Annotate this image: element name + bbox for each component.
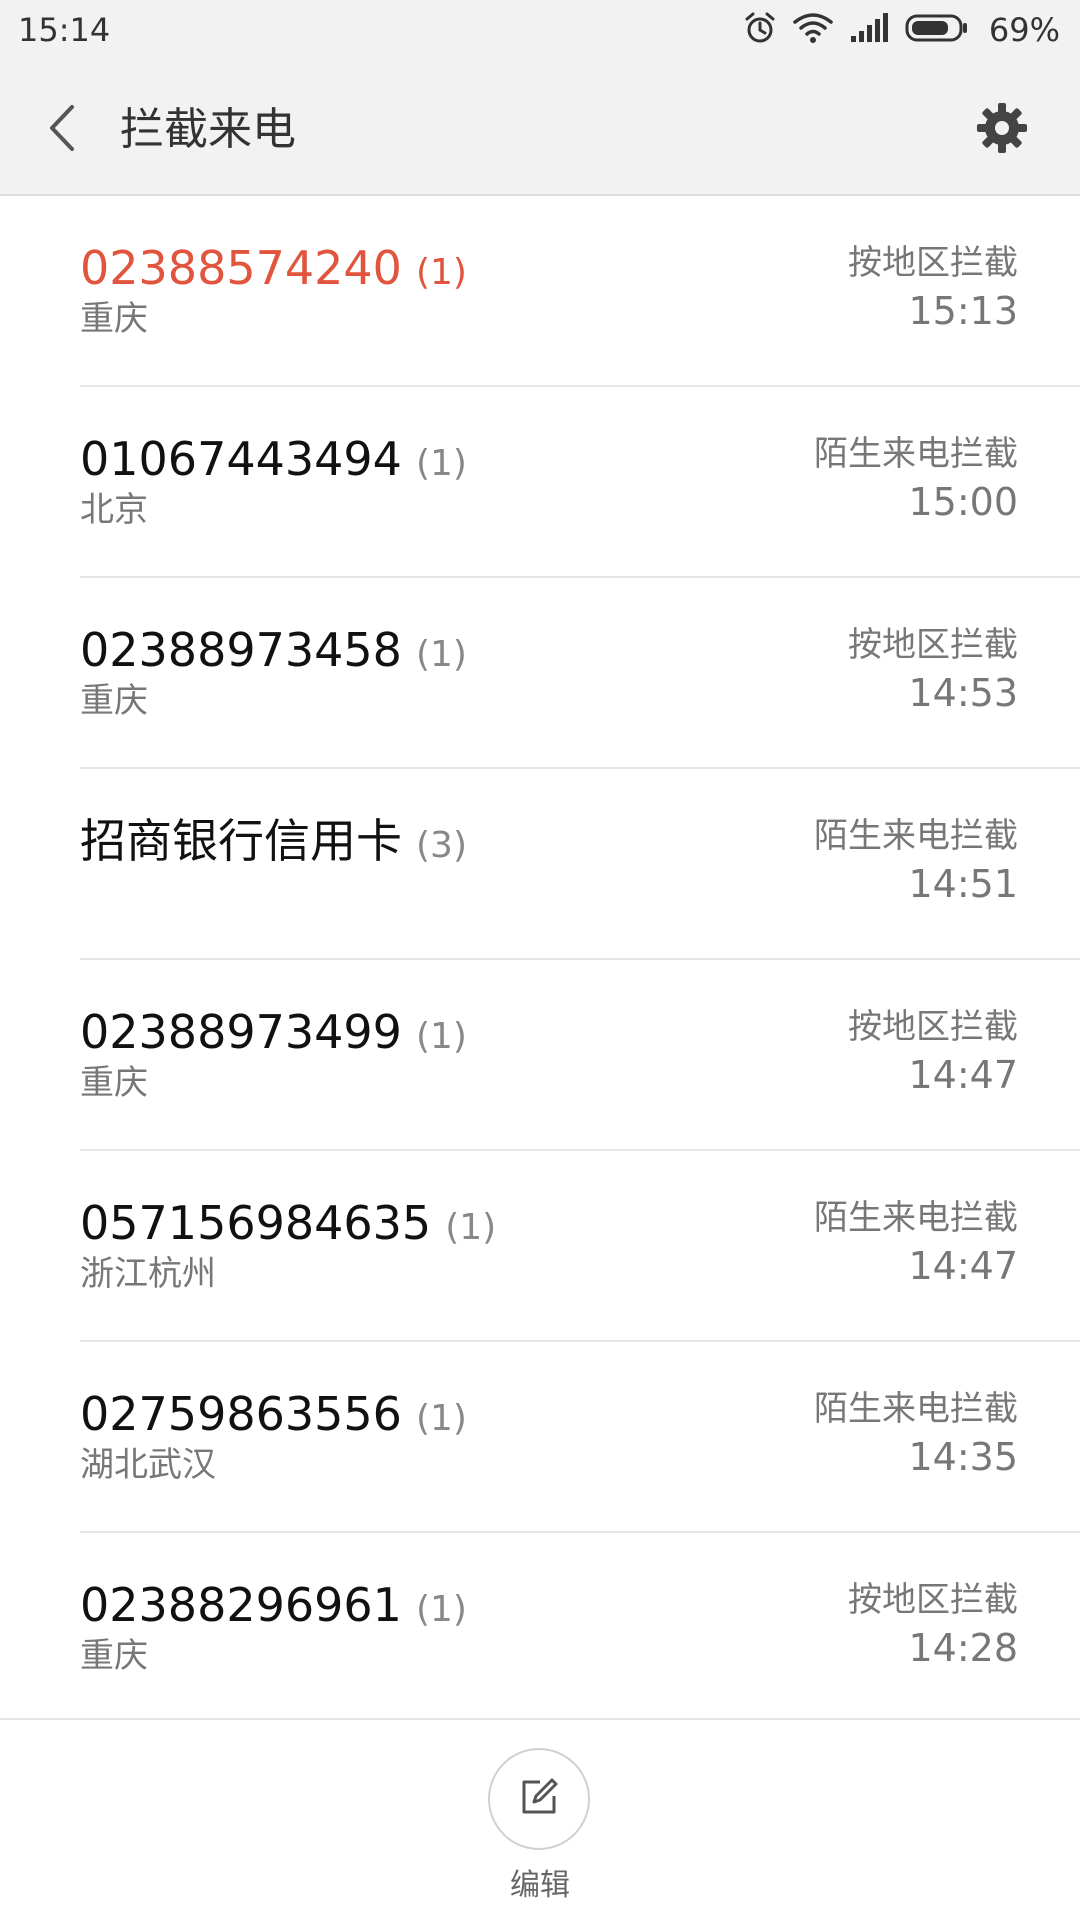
battery-icon xyxy=(905,12,969,48)
call-row[interactable]: 02388296961 (1) 重庆 按地区拦截 14:28 xyxy=(80,1533,1080,1724)
call-count: (1) xyxy=(415,1589,467,1630)
call-count: (1) xyxy=(415,252,467,293)
back-button[interactable] xyxy=(34,94,90,166)
call-count: (1) xyxy=(415,1398,467,1439)
call-row[interactable]: 057156984635 (1) 浙江杭州 陌生来电拦截 14:47 xyxy=(80,1151,1080,1342)
call-name-line: 02388973458 (1) xyxy=(80,623,467,677)
battery-percent: 69% xyxy=(988,11,1060,49)
call-number: 02388574240 xyxy=(80,241,402,295)
call-number: 02388296961 xyxy=(80,1578,402,1632)
status-bar: 15:14 69% xyxy=(0,0,1080,62)
call-time: 15:00 xyxy=(908,480,1018,524)
call-row-right: 陌生来电拦截 15:00 xyxy=(814,431,1018,527)
call-row-right: 陌生来电拦截 14:47 xyxy=(814,1195,1018,1291)
call-time: 14:35 xyxy=(908,1435,1018,1479)
page-title: 拦截来电 xyxy=(120,104,296,155)
call-number: 057156984635 xyxy=(80,1196,432,1250)
call-name-line: 招商银行信用卡 (3) xyxy=(80,814,467,868)
call-count: (3) xyxy=(416,825,467,866)
call-location: 北京 xyxy=(80,490,148,530)
block-reason: 陌生来电拦截 xyxy=(814,434,1018,474)
edit-label: 编辑 xyxy=(510,1868,570,1903)
call-row-right: 按地区拦截 14:28 xyxy=(848,1577,1018,1673)
call-row-left: 057156984635 (1) 浙江杭州 xyxy=(80,1196,496,1296)
call-count: (1) xyxy=(445,1207,497,1248)
call-row-right: 陌生来电拦截 14:51 xyxy=(814,813,1018,909)
block-reason: 陌生来电拦截 xyxy=(814,1198,1018,1238)
block-reason: 陌生来电拦截 xyxy=(814,816,1018,856)
wifi-icon xyxy=(793,12,833,48)
signal-icon xyxy=(849,12,889,48)
app-header: 拦截来电 xyxy=(0,62,1080,196)
call-count: (1) xyxy=(415,1016,467,1057)
call-count: (1) xyxy=(415,443,467,484)
call-time: 14:53 xyxy=(908,671,1018,715)
call-row-left: 01067443494 (1) 北京 xyxy=(80,432,467,532)
blocked-calls-list: 02388574240 (1) 重庆 按地区拦截 15:13 010674434… xyxy=(0,196,1080,1724)
chevron-left-icon xyxy=(44,103,80,157)
gear-icon xyxy=(976,102,1028,158)
call-row-left: 02388296961 (1) 重庆 xyxy=(80,1578,467,1678)
call-row-right: 陌生来电拦截 14:35 xyxy=(814,1386,1018,1482)
call-name-line: 057156984635 (1) xyxy=(80,1196,496,1250)
call-name-line: 02759863556 (1) xyxy=(80,1387,467,1441)
block-reason: 按地区拦截 xyxy=(848,1007,1018,1047)
call-row-left: 02388973499 (1) 重庆 xyxy=(80,1005,467,1105)
settings-button[interactable] xyxy=(970,98,1034,162)
call-row-left: 02388973458 (1) 重庆 xyxy=(80,623,467,723)
call-count: (1) xyxy=(415,634,467,675)
block-reason: 按地区拦截 xyxy=(848,1580,1018,1620)
call-location: 湖北武汉 xyxy=(80,1445,216,1485)
alarm-icon xyxy=(743,11,777,49)
bottom-toolbar: 编辑 xyxy=(0,1718,1080,1920)
call-row[interactable]: 01067443494 (1) 北京 陌生来电拦截 15:00 xyxy=(80,387,1080,578)
block-reason: 陌生来电拦截 xyxy=(814,1389,1018,1429)
call-location: 重庆 xyxy=(80,1636,148,1676)
call-row-left: 02759863556 (1) 湖北武汉 xyxy=(80,1387,467,1487)
block-reason: 按地区拦截 xyxy=(848,625,1018,665)
call-time: 15:13 xyxy=(908,289,1018,333)
status-icons: 69% xyxy=(743,8,1060,52)
call-number: 02388973499 xyxy=(80,1005,402,1059)
edit-icon xyxy=(520,1778,558,1820)
call-location: 重庆 xyxy=(80,299,148,339)
call-time: 14:51 xyxy=(908,862,1018,906)
status-time: 15:14 xyxy=(18,11,111,49)
call-row[interactable]: 02388574240 (1) 重庆 按地区拦截 15:13 xyxy=(80,196,1080,387)
call-number: 02388973458 xyxy=(80,623,402,677)
call-time: 14:28 xyxy=(908,1626,1018,1670)
call-number: 01067443494 xyxy=(80,432,402,486)
call-name-line: 01067443494 (1) xyxy=(80,432,467,486)
call-row[interactable]: 02388973458 (1) 重庆 按地区拦截 14:53 xyxy=(80,578,1080,769)
call-time: 14:47 xyxy=(908,1053,1018,1097)
call-row[interactable]: 招商银行信用卡 (3) 陌生来电拦截 14:51 xyxy=(80,769,1080,960)
call-location: 浙江杭州 xyxy=(80,1254,216,1294)
call-location: 重庆 xyxy=(80,1063,148,1103)
call-number: 招商银行信用卡 xyxy=(80,814,402,868)
call-number: 02759863556 xyxy=(80,1387,402,1441)
call-row-left: 02388574240 (1) 重庆 xyxy=(80,241,467,341)
call-row-left: 招商银行信用卡 (3) xyxy=(80,814,467,870)
call-row[interactable]: 02759863556 (1) 湖北武汉 陌生来电拦截 14:35 xyxy=(80,1342,1080,1533)
call-name-line: 02388574240 (1) xyxy=(80,241,467,295)
call-time: 14:47 xyxy=(908,1244,1018,1288)
call-row-right: 按地区拦截 15:13 xyxy=(848,240,1018,336)
call-location: 重庆 xyxy=(80,681,148,721)
call-name-line: 02388296961 (1) xyxy=(80,1578,467,1632)
call-row-right: 按地区拦截 14:47 xyxy=(848,1004,1018,1100)
edit-button[interactable] xyxy=(488,1748,590,1850)
call-row[interactable]: 02388973499 (1) 重庆 按地区拦截 14:47 xyxy=(80,960,1080,1151)
block-reason: 按地区拦截 xyxy=(848,243,1018,283)
page: 15:14 69% 拦截来电 02388574240 (1) 重庆 按地区拦截 … xyxy=(0,0,1080,1920)
call-name-line: 02388973499 (1) xyxy=(80,1005,467,1059)
call-row-right: 按地区拦截 14:53 xyxy=(848,622,1018,718)
